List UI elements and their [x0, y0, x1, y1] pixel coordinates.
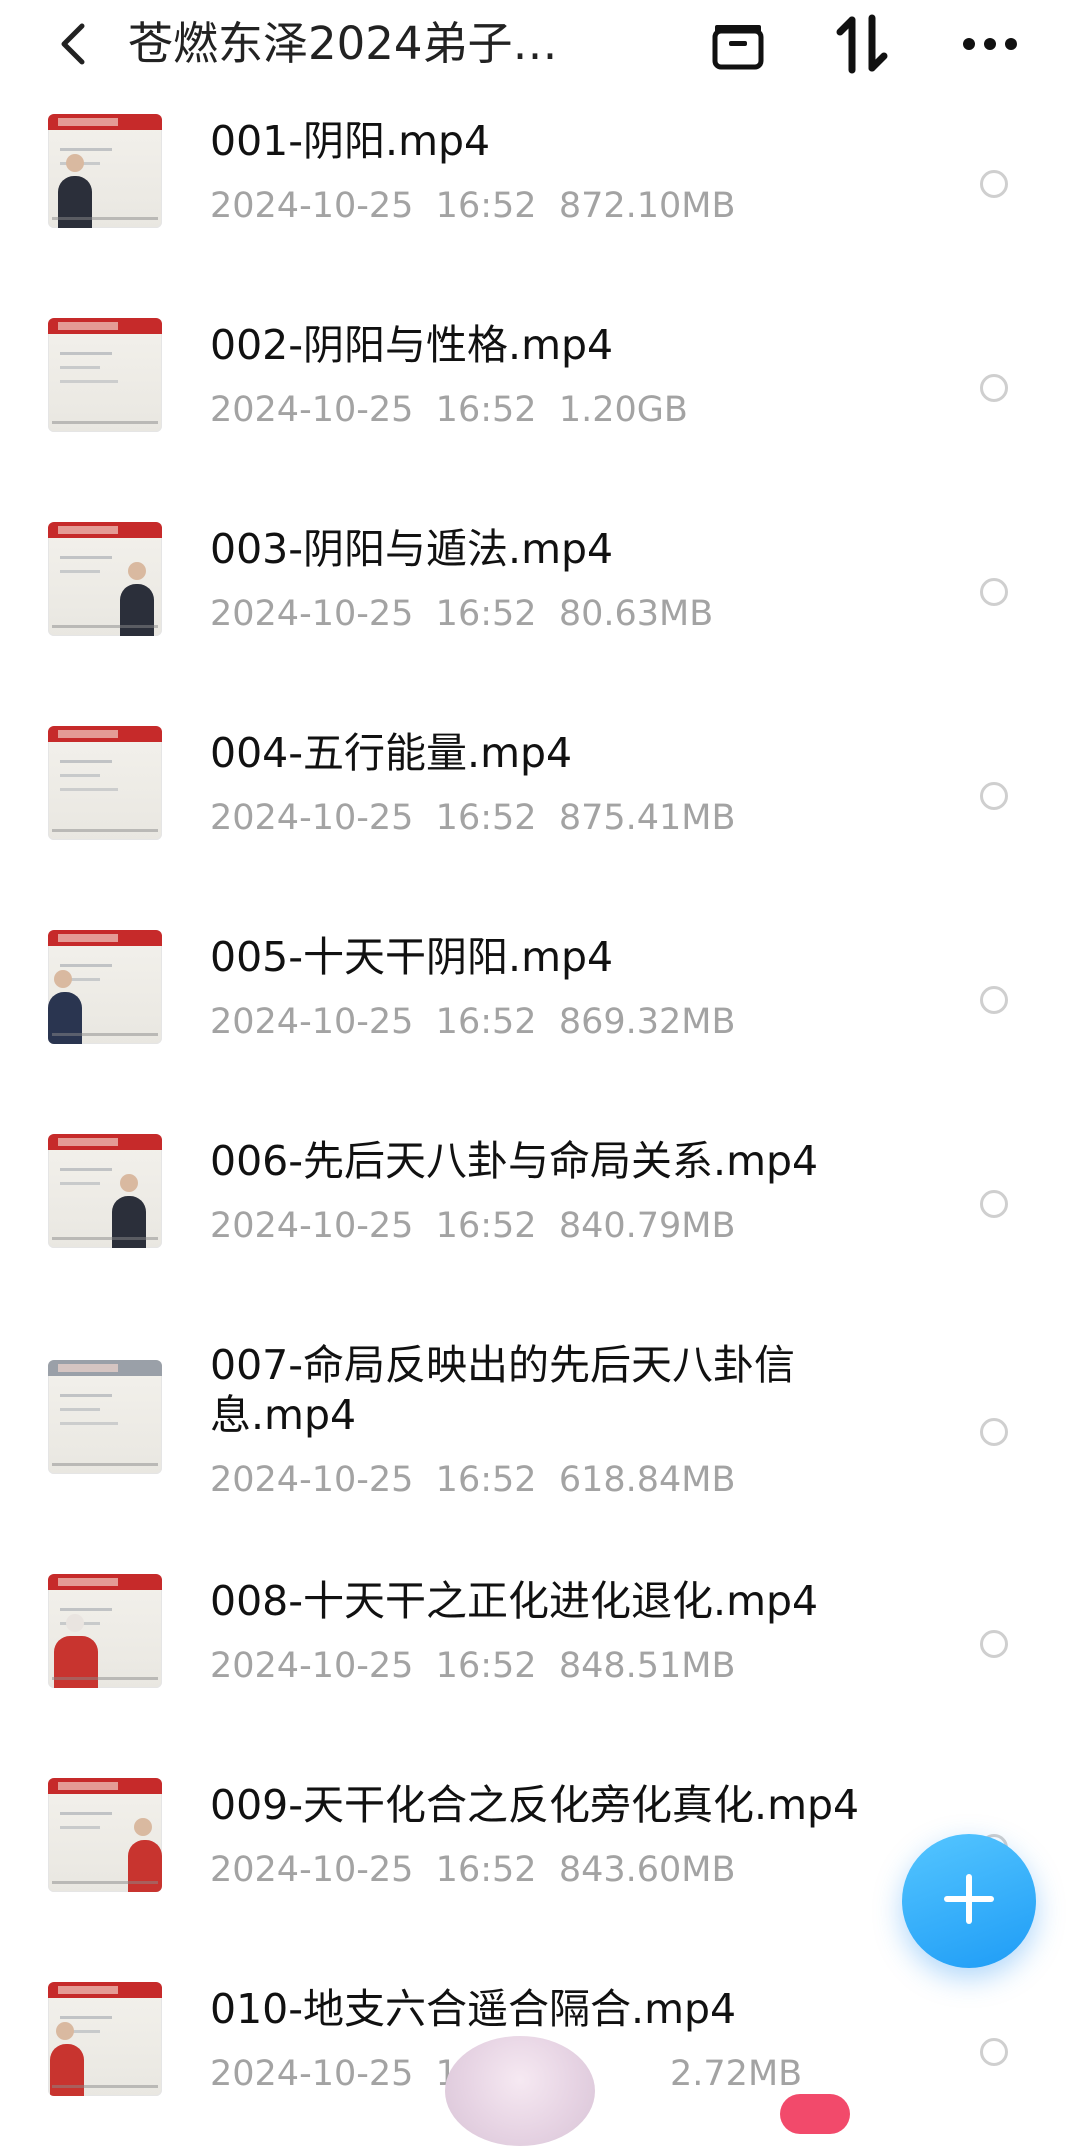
select-radio[interactable] [980, 170, 1008, 198]
select-radio[interactable] [980, 1630, 1008, 1658]
floating-assistant-avatar[interactable] [445, 2036, 595, 2146]
file-size: 848.51MB [558, 1646, 736, 1686]
video-thumbnail [48, 1134, 162, 1248]
file-time: 16:52 [435, 798, 537, 838]
file-time: 16:52 [435, 594, 537, 634]
file-name: 003-阴阳与遁法.mp4 [210, 525, 614, 573]
file-date: 2024-10-25 [210, 798, 414, 838]
file-meta: 2024-10-25 16:52 80.63MB [210, 592, 713, 636]
file-size: 1.20GB [558, 390, 688, 430]
list-item[interactable]: 004-五行能量.mp4 2024-10-25 16:52 875.41MB [0, 700, 1080, 904]
list-item[interactable]: 008-十天干之正化进化退化.mp4 2024-10-25 16:52 848.… [0, 1562, 1080, 1766]
select-radio[interactable] [980, 374, 1008, 402]
file-size: 869.32MB [558, 1002, 736, 1042]
list-item[interactable]: 006-先后天八卦与命局关系.mp4 2024-10-25 16:52 840.… [0, 1108, 1080, 1312]
file-time: 16:52 [435, 186, 537, 226]
video-thumbnail [48, 726, 162, 840]
select-radio[interactable] [980, 578, 1008, 606]
file-time: 16:52 [435, 390, 537, 430]
file-date: 2024-10-25 [210, 1646, 414, 1686]
notification-badge [780, 2094, 850, 2134]
file-size: 80.63MB [558, 594, 714, 634]
file-name: 009-天干化合之反化旁化真化.mp4 [210, 1781, 860, 1829]
file-time: 16:52 [435, 1646, 537, 1686]
file-date: 2024-10-25 [210, 1206, 414, 1246]
file-time: 16:52 [435, 1206, 537, 1246]
file-name: 004-五行能量.mp4 [210, 729, 573, 777]
file-date: 2024-10-25 [210, 1850, 414, 1890]
file-meta: 2024-10-25 16:52 869.32MB [210, 1000, 736, 1044]
file-time: 16:52 [435, 1460, 537, 1500]
file-size: 618.84MB [558, 1460, 736, 1500]
more-icon[interactable] [958, 12, 1022, 76]
video-thumbnail [48, 930, 162, 1044]
list-item[interactable]: 005-十天干阴阳.mp4 2024-10-25 16:52 869.32MB [0, 904, 1080, 1108]
select-radio[interactable] [980, 782, 1008, 810]
video-thumbnail [48, 1982, 162, 2096]
file-size: 843.60MB [558, 1850, 736, 1890]
file-time: 16:52 [435, 1850, 537, 1890]
file-time: 16:52 [435, 1002, 537, 1042]
file-name: 010-地支六合遥合隔合.mp4 [210, 1985, 737, 2033]
page-title: 苍燃东泽2024弟子… [128, 17, 558, 70]
file-meta: 2024-10-25 16:52 875.41MB [210, 796, 736, 840]
folder-icon[interactable] [706, 12, 770, 76]
list-item[interactable]: 001-阴阳.mp4 2024-10-25 16:52 872.10MB [0, 88, 1080, 292]
file-meta: 2024-10-25 16:52 618.84MB [210, 1458, 736, 1502]
video-thumbnail [48, 1574, 162, 1688]
back-icon[interactable] [52, 20, 92, 68]
file-size: 2.72MB [670, 2054, 803, 2094]
select-radio[interactable] [980, 1418, 1008, 1446]
file-name: 002-阴阳与性格.mp4 [210, 321, 614, 369]
file-size: 875.41MB [558, 798, 736, 838]
file-name: 006-先后天八卦与命局关系.mp4 [210, 1137, 819, 1185]
file-meta: 2024-10-25 16:52 848.51MB [210, 1644, 736, 1688]
file-date: 2024-10-25 [210, 186, 414, 226]
sort-icon[interactable] [830, 12, 894, 76]
file-name: 008-十天干之正化进化退化.mp4 [210, 1577, 819, 1625]
file-size: 840.79MB [558, 1206, 736, 1246]
file-name: 007-命局反映出的先后天八卦信息.mp4 [210, 1341, 796, 1439]
file-name: 005-十天干阴阳.mp4 [210, 933, 614, 981]
file-name: 001-阴阳.mp4 [210, 117, 491, 165]
select-radio[interactable] [980, 986, 1008, 1014]
video-thumbnail [48, 318, 162, 432]
file-meta: 2024-10-25 16:52 872.10MB [210, 184, 736, 228]
select-radio[interactable] [980, 1190, 1008, 1218]
file-date: 2024-10-25 [210, 2054, 414, 2094]
list-item[interactable]: 007-命局反映出的先后天八卦信息.mp4 2024-10-25 16:52 6… [0, 1312, 1080, 1562]
video-thumbnail [48, 1360, 162, 1474]
select-radio[interactable] [980, 2038, 1008, 2066]
file-meta: 2024-10-25 16:52 840.79MB [210, 1204, 736, 1248]
video-thumbnail [48, 1778, 162, 1892]
video-thumbnail [48, 114, 162, 228]
file-date: 2024-10-25 [210, 390, 414, 430]
file-date: 2024-10-25 [210, 1002, 414, 1042]
top-bar: 苍燃东泽2024弟子… [0, 0, 1080, 92]
list-item[interactable]: 002-阴阳与性格.mp4 2024-10-25 16:52 1.20GB [0, 292, 1080, 496]
file-date: 2024-10-25 [210, 594, 414, 634]
file-date: 2024-10-25 [210, 1460, 414, 1500]
video-thumbnail [48, 522, 162, 636]
file-meta: 2024-10-25 16:52 1.20GB [210, 388, 688, 432]
add-button[interactable] [902, 1834, 1036, 1968]
file-size: 872.10MB [558, 186, 736, 226]
file-meta: 2024-10-25 16:52 843.60MB [210, 1848, 736, 1892]
plus-icon [941, 1871, 997, 1931]
list-item[interactable]: 003-阴阳与遁法.mp4 2024-10-25 16:52 80.63MB [0, 496, 1080, 700]
